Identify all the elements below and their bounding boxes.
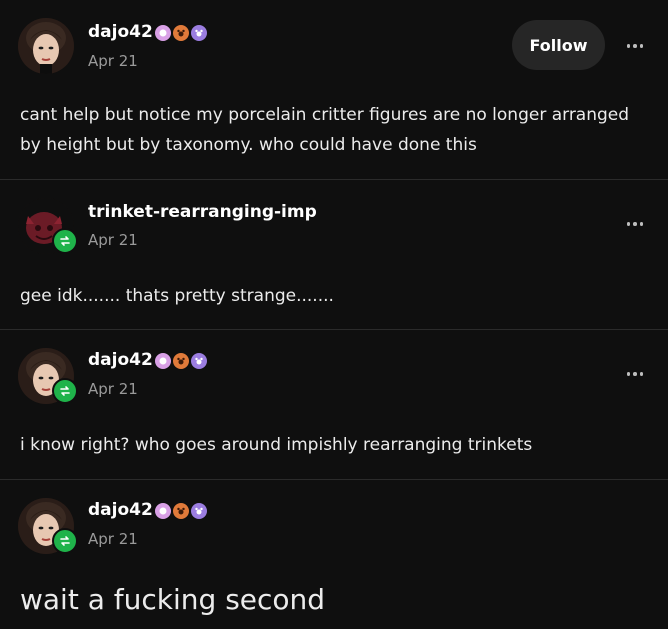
badge-icon — [173, 353, 189, 369]
post-date: Apr 21 — [88, 380, 138, 398]
post-date: Apr 21 — [88, 530, 138, 548]
reblog-icon — [52, 378, 78, 404]
username[interactable]: dajo42 — [88, 22, 153, 42]
post-body: wait a fucking second — [20, 583, 326, 616]
username[interactable]: trinket-rearranging-imp — [88, 202, 317, 222]
post-4: dajo42 Apr 21 wait a fucking second — [0, 480, 668, 629]
reblog-icon — [52, 228, 78, 254]
badge-icon — [173, 503, 189, 519]
follow-button[interactable]: Follow — [512, 20, 605, 70]
post-date: Apr 21 — [88, 231, 138, 249]
badge-icon — [173, 25, 189, 41]
reblog-icon — [52, 528, 78, 554]
more-options-icon[interactable] — [620, 214, 650, 234]
user-badges — [155, 503, 207, 519]
post-body: cant help but notice my porcelain critte… — [20, 105, 630, 155]
user-badges — [155, 353, 207, 369]
user-badges — [155, 25, 207, 41]
badge-icon — [155, 353, 171, 369]
post-date: Apr 21 — [88, 52, 138, 70]
username[interactable]: dajo42 — [88, 500, 153, 520]
avatar-dajo42[interactable] — [18, 18, 74, 74]
post-body: i know right? who goes around impishly r… — [20, 435, 533, 455]
badge-icon — [191, 503, 207, 519]
post-2: trinket-rearranging-imp Apr 21 gee idk..… — [0, 180, 668, 329]
username[interactable]: dajo42 — [88, 350, 153, 370]
badge-icon — [155, 503, 171, 519]
badge-icon — [155, 25, 171, 41]
badge-icon — [191, 353, 207, 369]
badge-icon — [191, 25, 207, 41]
post-body: gee idk....... thats pretty strange.....… — [20, 286, 334, 306]
post-1: dajo42 Apr 21 Follow cant help but notic… — [0, 0, 668, 179]
post-3: dajo42 Apr 21 i know right? who goes aro… — [0, 330, 668, 479]
more-options-icon[interactable] — [620, 36, 650, 56]
more-options-icon[interactable] — [620, 364, 650, 384]
